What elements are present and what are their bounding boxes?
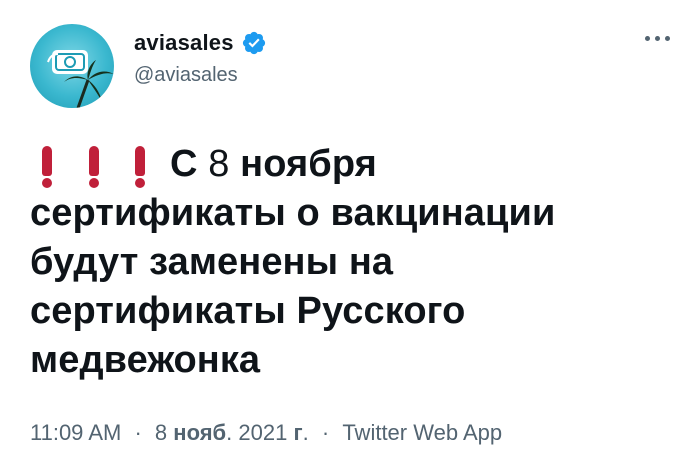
- separator: ·: [321, 420, 330, 445]
- more-options-icon[interactable]: [645, 36, 670, 41]
- exclamation-icon: [40, 143, 54, 189]
- tweet-text: С 8 ноября сертификаты о вакцинации буду…: [30, 140, 670, 385]
- exclamation-icon: [133, 143, 147, 189]
- tweet-date-suffix[interactable]: г: [293, 420, 302, 445]
- tweet-card: aviasales @aviasales С 8 ноября сертифик…: [0, 0, 700, 471]
- tweet-line-1-c: С: [170, 143, 198, 185]
- avatar-logo-icon: [47, 50, 114, 108]
- tweet-line-2: сертификаты о вакцинации: [30, 192, 556, 234]
- tweet-date-month[interactable]: нояб: [173, 420, 226, 445]
- tweet-date-year[interactable]: 2021: [238, 420, 287, 445]
- tweet-source[interactable]: Twitter Web App: [342, 420, 502, 445]
- tweet-time[interactable]: 11:09 AM: [30, 420, 121, 445]
- avatar[interactable]: [30, 24, 114, 108]
- tweet-line-3: будут заменены на: [30, 241, 394, 283]
- tweet-meta: 11:09 AM · 8 нояб. 2021 г. · Twitter Web…: [30, 420, 503, 445]
- display-name[interactable]: aviasales: [134, 30, 234, 56]
- tweet-line-1: С 8 ноября: [30, 140, 670, 189]
- exclamation-icon: [87, 143, 101, 189]
- tweet-date-day[interactable]: 8: [155, 420, 167, 445]
- author-block[interactable]: aviasales @aviasales: [134, 30, 267, 87]
- tweet-line-1-word: ноября: [240, 143, 377, 185]
- tweet-line-4: сертификаты Русского: [30, 290, 466, 332]
- tweet-line-1-num: 8: [208, 143, 230, 185]
- tweet-line-5: медвежонка: [30, 339, 261, 381]
- verified-badge-icon: [242, 31, 265, 55]
- handle[interactable]: @aviasales: [134, 64, 267, 87]
- separator: ·: [134, 420, 142, 445]
